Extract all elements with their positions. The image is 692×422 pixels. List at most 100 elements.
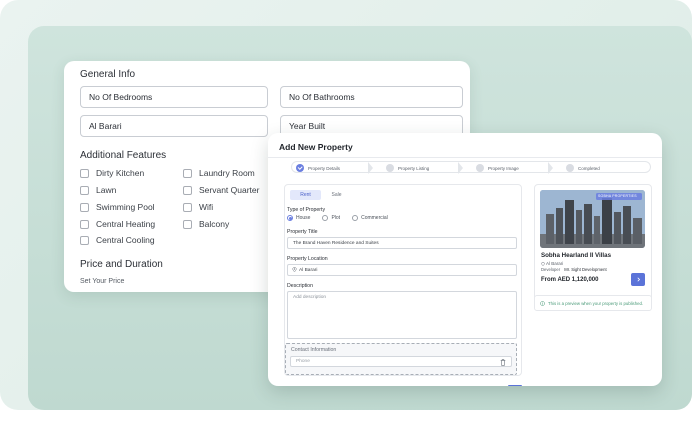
step-separator xyxy=(458,162,463,174)
type-label: Type of Property xyxy=(287,207,326,213)
listing-preview-card: SOBHA PROPERTIES Sobha Hearland II Villa… xyxy=(534,184,652,306)
step-label: Property Image xyxy=(488,165,519,171)
check-circle-icon xyxy=(296,164,304,172)
preview-location: Al Barari xyxy=(541,261,563,266)
feature-checkbox[interactable]: Central Heating xyxy=(80,219,155,229)
checkbox-icon[interactable] xyxy=(183,202,192,212)
step-property-image[interactable]: Property Image xyxy=(476,162,519,174)
step-label: Property Details xyxy=(308,165,341,171)
radio-label: House xyxy=(296,215,311,221)
checkbox-icon[interactable] xyxy=(80,235,89,245)
feature-label: Central Cooling xyxy=(96,235,155,245)
info-icon xyxy=(540,300,545,306)
type-radio-group: House Plot Commercial xyxy=(287,215,400,221)
feature-label: Balcony xyxy=(199,219,230,229)
check-circle-icon xyxy=(566,164,574,172)
checkbox-icon[interactable] xyxy=(80,185,89,195)
checkbox-icon[interactable] xyxy=(80,202,89,212)
sale-toggle[interactable]: Sale xyxy=(321,190,352,200)
preview-notice-text: This is a preview when your property is … xyxy=(548,300,644,306)
preview-notice: This is a preview when your property is … xyxy=(534,295,652,311)
step-label: Property Listing xyxy=(398,165,430,171)
property-photo: SOBHA PROPERTIES xyxy=(540,190,645,248)
contact-label: Contact Information xyxy=(291,347,337,353)
developer-badge: SOBHA PROPERTIES xyxy=(598,194,637,198)
radio-selected-icon[interactable] xyxy=(287,215,293,221)
developer-label: Developer xyxy=(541,267,561,272)
checkbox-icon[interactable] xyxy=(80,219,89,229)
property-location-input[interactable]: Al Barari xyxy=(287,264,517,276)
checkbox-icon[interactable] xyxy=(183,185,192,195)
property-form-panel: Rent Sale Type of Property House Plot Co… xyxy=(284,184,522,376)
rent-toggle[interactable]: Rent xyxy=(290,190,321,200)
feature-label: Lawn xyxy=(96,185,117,195)
step-completed[interactable]: Completed xyxy=(566,162,600,174)
rent-sale-toggle: Rent Sale xyxy=(290,190,352,200)
general-info-title: General Info xyxy=(80,69,136,80)
feature-label: Central Heating xyxy=(96,219,156,229)
checkbox-icon[interactable] xyxy=(183,219,192,229)
contact-information-box: Contact Information Phone xyxy=(285,343,517,375)
feature-checkbox[interactable]: Wifi xyxy=(183,202,213,212)
feature-checkbox[interactable]: Balcony xyxy=(183,219,229,229)
phone-placeholder: Phone xyxy=(296,359,310,364)
set-price-label: Set Your Price xyxy=(80,278,125,285)
add-property-title: Add New Property xyxy=(279,142,353,152)
next-button-edge[interactable] xyxy=(508,385,522,386)
check-circle-icon xyxy=(386,164,394,172)
preview-developer: Developer Mr. Sight Development xyxy=(541,267,607,272)
feature-label: Swimming Pool xyxy=(96,202,155,212)
radio-plot[interactable]: Plot xyxy=(322,215,340,221)
check-circle-icon xyxy=(476,164,484,172)
stage: General Info No Of Bedrooms No Of Bathro… xyxy=(0,0,692,422)
property-title-label: Property Title xyxy=(287,229,318,235)
additional-features-title: Additional Features xyxy=(80,150,167,161)
location-pin-icon xyxy=(541,261,545,266)
trash-icon[interactable] xyxy=(500,359,506,366)
radio-house[interactable]: House xyxy=(287,215,310,221)
radio-commercial[interactable]: Commercial xyxy=(352,215,388,221)
progress-stepper: Property Details Property Listing Proper… xyxy=(291,161,651,174)
feature-label: Wifi xyxy=(199,202,214,212)
phone-input[interactable]: Phone xyxy=(290,356,512,367)
city-skyline-image xyxy=(540,190,645,248)
description-label: Description xyxy=(287,283,313,289)
checkbox-icon[interactable] xyxy=(183,168,192,178)
developer-value: Mr. Sight Development xyxy=(564,267,607,272)
feature-checkbox[interactable]: Servant Quarter xyxy=(183,185,259,195)
radio-label: Plot xyxy=(331,215,341,221)
header-divider xyxy=(268,157,662,158)
radio-icon[interactable] xyxy=(352,215,359,221)
feature-label: Laundry Room xyxy=(199,168,255,178)
bedrooms-field[interactable]: No Of Bedrooms xyxy=(80,86,268,108)
bathrooms-field[interactable]: No Of Bathrooms xyxy=(280,86,463,108)
feature-label: Servant Quarter xyxy=(199,185,260,195)
preview-location-text: Al Barari xyxy=(546,261,564,266)
location-pin-icon xyxy=(292,266,297,272)
chevron-right-icon xyxy=(636,277,640,282)
feature-checkbox[interactable]: Central Cooling xyxy=(80,235,155,245)
feature-checkbox[interactable]: Dirty Kitchen xyxy=(80,168,144,178)
feature-checkbox[interactable]: Swimming Pool xyxy=(80,202,155,212)
feature-checkbox[interactable]: Laundry Room xyxy=(183,168,255,178)
preview-arrow-button[interactable] xyxy=(631,273,645,286)
step-separator xyxy=(368,162,373,174)
checkbox-icon[interactable] xyxy=(80,168,89,178)
location-field[interactable]: Al Barari xyxy=(80,115,268,137)
step-property-details[interactable]: Property Details xyxy=(296,162,340,174)
description-textarea[interactable]: Add description xyxy=(287,291,517,339)
price-duration-title: Price and Duration xyxy=(80,259,163,270)
radio-icon[interactable] xyxy=(322,215,329,221)
step-label: Completed xyxy=(578,165,600,171)
location-value: Al Barari xyxy=(299,268,318,273)
property-title-input[interactable]: The Brand Haven Residence and Suites xyxy=(287,237,517,249)
feature-label: Dirty Kitchen xyxy=(96,168,145,178)
step-separator xyxy=(548,162,553,174)
preview-price: From AED 1,120,000 xyxy=(541,277,599,283)
radio-label: Commercial xyxy=(361,215,388,221)
preview-property-name: Sobha Hearland II Villas xyxy=(541,252,612,259)
feature-checkbox[interactable]: Lawn xyxy=(80,185,116,195)
add-property-card: Add New Property Property Details Proper… xyxy=(268,133,662,386)
step-property-listing[interactable]: Property Listing xyxy=(386,162,429,174)
property-location-label: Property Location xyxy=(287,256,328,262)
